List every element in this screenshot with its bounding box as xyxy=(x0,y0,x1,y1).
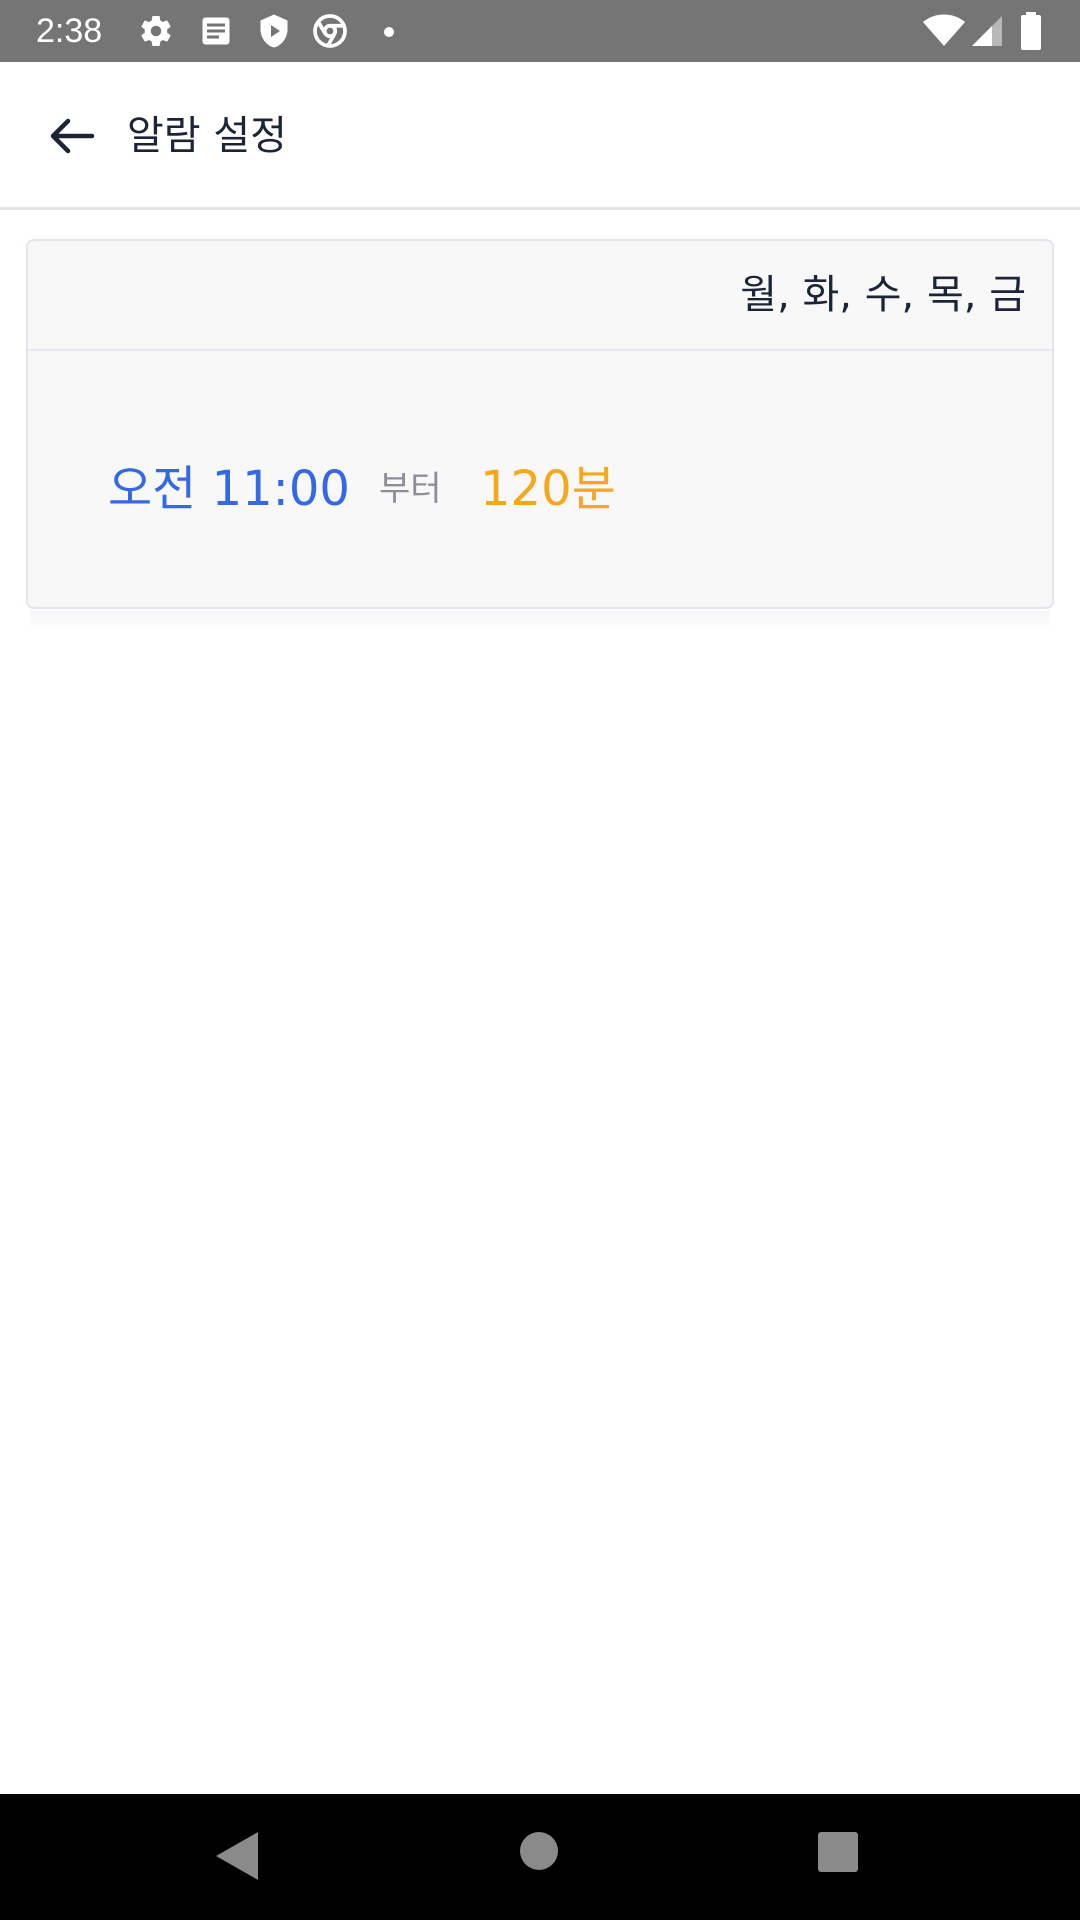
arrow-back-icon xyxy=(50,118,95,154)
back-button[interactable] xyxy=(34,104,114,168)
battery-icon xyxy=(1021,12,1041,50)
chrome-icon xyxy=(313,14,347,48)
app-bar: 알람 설정 xyxy=(0,62,1080,210)
page-title: 알람 설정 xyxy=(127,113,287,159)
status-time: 2:38 xyxy=(36,12,103,50)
system-nav-bar xyxy=(0,1794,1080,1920)
alarm-card-header: 월, 화, 수, 목, 금 xyxy=(28,241,1052,351)
recents-square-icon[interactable] xyxy=(817,1831,859,1873)
notes-icon xyxy=(202,17,230,45)
alarm-card[interactable]: 월, 화, 수, 목, 금 오전 11:00 부터 120분 xyxy=(26,239,1054,609)
alarm-duration: 120분 xyxy=(480,461,616,517)
shield-play-icon xyxy=(260,14,288,48)
status-bar: 2:38 xyxy=(0,0,1080,62)
back-triangle-icon[interactable] xyxy=(214,1830,260,1882)
alarm-from-label: 부터 xyxy=(379,469,442,509)
alarm-time: 오전 11:00 xyxy=(108,461,350,517)
card-shadow xyxy=(30,611,1050,631)
settings-icon xyxy=(141,16,171,47)
dot-icon xyxy=(384,27,394,37)
alarm-days: 월, 화, 수, 목, 금 xyxy=(740,272,1026,318)
signal-icon xyxy=(972,16,1002,46)
home-circle-icon[interactable] xyxy=(519,1831,559,1871)
wifi-icon xyxy=(923,14,965,46)
